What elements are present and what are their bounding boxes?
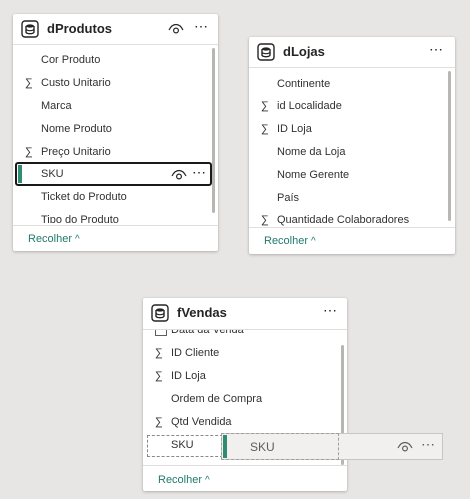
field-id-localidade[interactable]: id Localidade <box>277 95 342 117</box>
field-id-loja[interactable]: ID Loja <box>277 118 312 140</box>
collapse-label: Recolher <box>158 474 203 486</box>
divider <box>143 465 347 466</box>
table-title: dLojas <box>283 44 325 59</box>
field-preco-unitario[interactable]: Preço Unitario <box>41 141 111 163</box>
sigma-icon: ∑ <box>261 123 269 135</box>
field-tipo-do-produto[interactable]: Tipo do Produto <box>41 209 119 223</box>
collapse-button[interactable]: Recolher ^ <box>28 232 80 247</box>
drag-ghost-sku[interactable]: SKU ⋯ <box>221 433 443 460</box>
field-id-cliente[interactable]: ID Cliente <box>171 342 219 364</box>
table-icon <box>21 20 39 38</box>
field-label: Tipo do Produto <box>41 214 119 223</box>
field-label: SKU <box>171 439 194 451</box>
field-label: Ordem de Compra <box>171 393 263 405</box>
eye-icon[interactable] <box>168 22 184 36</box>
field-pais[interactable]: País <box>277 187 299 209</box>
field-label: Nome da Loja <box>277 146 346 158</box>
sigma-icon: ∑ <box>25 146 33 158</box>
more-options-icon[interactable]: ⋯ <box>429 41 444 58</box>
field-label: ID Loja <box>171 370 206 382</box>
divider <box>13 225 218 226</box>
card-header: dLojas ⋯ <box>249 37 455 68</box>
field-label: Quantidade Colaboradores <box>277 214 410 226</box>
field-label: Preço Unitario <box>41 146 111 158</box>
card-header: fVendas ⋯ <box>143 298 347 330</box>
collapse-label: Recolher <box>264 235 309 247</box>
selection-indicator <box>18 165 22 183</box>
field-label: Cor Produto <box>41 54 101 66</box>
more-options-icon[interactable]: ⋯ <box>194 18 209 35</box>
field-label: Continente <box>277 78 331 90</box>
field-nome-gerente[interactable]: Nome Gerente <box>277 164 349 186</box>
field-label: Qtd Vendida <box>171 416 232 428</box>
field-label: Nome Produto <box>41 123 112 135</box>
table-icon <box>151 304 169 322</box>
drop-outline <box>221 433 339 460</box>
sigma-icon: ∑ <box>155 347 163 359</box>
scrollbar[interactable] <box>448 71 451 221</box>
table-card-dlojas: dLojas ⋯ Continente ∑ id Localidade ∑ ID… <box>249 37 455 254</box>
table-title: fVendas <box>177 305 227 320</box>
field-cor-produto[interactable]: Cor Produto <box>41 49 100 71</box>
field-label: Marca <box>41 100 72 112</box>
more-options-icon[interactable]: ⋯ <box>192 164 206 181</box>
table-icon <box>257 43 275 61</box>
calendar-icon <box>155 330 167 336</box>
collapse-button[interactable]: Recolher ^ <box>158 473 210 488</box>
field-label: SKU <box>41 168 64 180</box>
field-data-da-venda[interactable]: Data da Venda <box>143 330 343 338</box>
sigma-icon: ∑ <box>155 370 163 382</box>
field-nome-produto[interactable]: Nome Produto <box>41 118 112 140</box>
field-marca[interactable]: Marca <box>41 95 72 117</box>
field-label: ID Cliente <box>171 347 220 359</box>
chevron-up-icon: ^ <box>311 236 316 247</box>
sigma-icon: ∑ <box>155 416 163 428</box>
table-card-dprodutos: dProdutos ⋯ Cor Produto ∑ Custo Unitario… <box>13 14 218 251</box>
eye-icon[interactable] <box>397 440 413 454</box>
field-label: Custo Unitario <box>41 77 111 89</box>
chevron-up-icon: ^ <box>205 475 210 486</box>
field-label: ID Loja <box>277 123 312 135</box>
field-sku-drop-target[interactable]: SKU <box>147 435 223 457</box>
field-label: Nome Gerente <box>277 169 350 181</box>
field-label: Ticket do Produto <box>41 191 127 203</box>
scrollbar[interactable] <box>212 48 215 213</box>
field-sku-selected[interactable]: SKU ⋯ <box>15 162 212 186</box>
sigma-icon: ∑ <box>261 100 269 112</box>
table-card-fvendas: fVendas ⋯ Data da Venda ∑ ID Cliente ∑ I… <box>143 298 347 491</box>
field-label: Data da Venda <box>171 330 244 336</box>
field-continente[interactable]: Continente <box>277 73 330 95</box>
field-nome-da-loja[interactable]: Nome da Loja <box>277 141 346 163</box>
collapse-label: Recolher <box>28 233 73 245</box>
sigma-icon: ∑ <box>25 77 33 89</box>
field-custo-unitario[interactable]: Custo Unitario <box>41 72 111 94</box>
field-label: País <box>277 192 300 204</box>
field-id-loja[interactable]: ID Loja <box>171 365 206 387</box>
eye-icon[interactable] <box>171 168 187 182</box>
divider <box>249 227 455 228</box>
more-options-icon[interactable]: ⋯ <box>421 436 435 453</box>
field-ticket-do-produto[interactable]: Ticket do Produto <box>41 186 127 208</box>
field-label: id Localidade <box>277 100 342 112</box>
chevron-up-icon: ^ <box>75 234 80 245</box>
table-title: dProdutos <box>47 21 112 36</box>
collapse-button[interactable]: Recolher ^ <box>264 234 316 249</box>
field-ordem-de-compra[interactable]: Ordem de Compra <box>171 388 262 410</box>
card-header: dProdutos ⋯ <box>13 14 218 45</box>
field-qtd-vendida[interactable]: Qtd Vendida <box>171 411 232 433</box>
more-options-icon[interactable]: ⋯ <box>323 302 338 319</box>
